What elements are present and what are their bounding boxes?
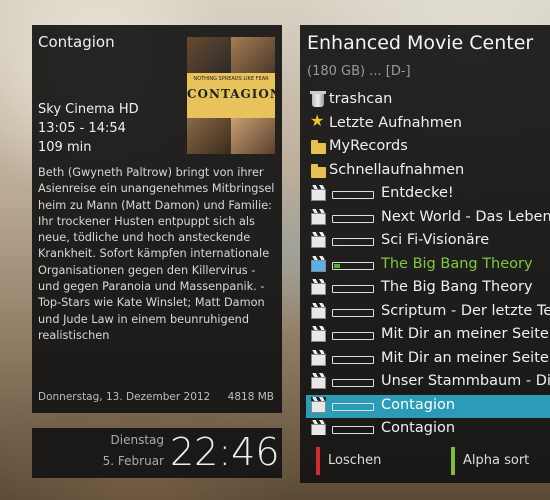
green-key-marker (451, 447, 455, 475)
movie-item[interactable]: Sci Fi-Visionäre (306, 230, 550, 254)
poster-tagline: NOTHING SPREADS LIKE FEAR (193, 76, 269, 82)
event-duration: 109 min (38, 140, 92, 155)
movie-icon (310, 373, 326, 390)
disk-info: (180 GB) ... [D-] (307, 64, 411, 79)
progress-bar (332, 238, 374, 246)
movie-label: Entdecke! (381, 185, 454, 201)
folder-item[interactable]: MyRecords (306, 136, 550, 160)
event-time: 13:05 - 14:54 (38, 121, 126, 136)
channel-name: Sky Cinema HD (38, 102, 139, 117)
progress-bar (332, 285, 374, 293)
folder-label: MyRecords (329, 138, 408, 154)
delete-button-label: Loschen (328, 453, 382, 468)
movie-item[interactable]: Next World - Das Leben der Zukunft (306, 207, 550, 231)
clock-weekday: Dienstag (110, 433, 165, 447)
red-key-marker (316, 447, 320, 475)
movie-item[interactable]: Contagion (306, 394, 550, 418)
event-description: Beth (Gwyneth Paltrow) bringt von ihrer … (38, 166, 275, 342)
movie-label: The Big Bang Theory (381, 279, 533, 295)
trash-icon (310, 91, 326, 108)
progress-bar (332, 261, 374, 270)
progress-bar (332, 426, 374, 434)
movie-label: Unser Stammbaum - Die Vorfahren (381, 373, 550, 389)
folder-item[interactable]: ★ Letzte Aufnahmen (306, 110, 550, 137)
movie-icon (310, 279, 326, 296)
movie-label: Contagion (381, 420, 456, 435)
movie-label: Contagion (381, 396, 456, 413)
movie-icon (310, 185, 326, 202)
poster-title: CONTAGION (187, 87, 275, 101)
folder-label: Schnellaufnahmen (329, 161, 465, 178)
movie-label: Next World - Das Leben der Zukunft (381, 208, 550, 225)
file-size: 4818 MB (227, 391, 274, 403)
progress-bar (332, 191, 374, 199)
folder-label: trashcan (329, 91, 393, 107)
recording-date: Donnerstag, 13. Dezember 2012 (38, 391, 211, 403)
progress-bar (332, 332, 374, 340)
movie-icon (310, 326, 326, 343)
folder-item[interactable]: trashcan (306, 89, 550, 113)
movie-icon (310, 349, 326, 367)
movie-label: Scriptum - Der letzte Tempelritter (381, 302, 550, 319)
movie-item[interactable]: Entdecke! (306, 183, 550, 207)
movie-icon (310, 208, 326, 226)
progress-bar (332, 214, 374, 223)
progress-bar (332, 308, 374, 317)
movie-icon (310, 232, 326, 249)
movie-item[interactable]: Mit Dir an meiner Seite (306, 348, 550, 372)
movie-item[interactable]: Contagion (306, 418, 550, 435)
star-icon: ★ (310, 110, 325, 130)
movie-center-panel: Enhanced Movie Center (180 GB) ... [D-] … (300, 25, 550, 483)
movie-label: Mit Dir an meiner Seite (381, 349, 549, 366)
folder-label: Letzte Aufnahmen (329, 114, 462, 131)
movie-item[interactable]: Mit Dir an meiner Seite (306, 324, 550, 348)
clock-panel: Dienstag 5. Februar 22:46 (32, 428, 282, 478)
event-title: Contagion (38, 33, 115, 51)
movie-item[interactable]: The Big Bang Theory (306, 254, 550, 278)
info-footer: Donnerstag, 13. Dezember 2012 4818 MB (38, 391, 276, 403)
event-info-panel: Contagion NOTHING SPREADS LIKE FEAR CONT… (32, 25, 282, 413)
clock-date: 5. Februar (102, 454, 164, 468)
movie-item[interactable]: Scriptum - Der letzte Tempelritter (306, 301, 550, 325)
movie-poster: NOTHING SPREADS LIKE FEAR CONTAGION (187, 37, 275, 154)
movie-icon (310, 420, 326, 435)
clock-time: 22:46 (170, 430, 280, 474)
movie-list[interactable]: trashcan ★ Letzte Aufnahmen MyRecords Schnel… (306, 89, 550, 435)
progress-bar (332, 355, 374, 364)
alpha-sort-button-label: Alpha sort (463, 453, 530, 468)
progress-bar (332, 402, 374, 411)
folder-item[interactable]: Schnellaufnahmen (306, 160, 550, 184)
movie-item[interactable]: Unser Stammbaum - Die Vorfahren (306, 371, 550, 395)
movie-icon (310, 396, 326, 414)
movie-item[interactable]: The Big Bang Theory (306, 277, 550, 301)
panel-title: Enhanced Movie Center (307, 32, 534, 54)
movie-label: The Big Bang Theory (381, 255, 533, 272)
folder-icon (310, 163, 326, 179)
movie-label: Sci Fi-Visionäre (381, 232, 490, 248)
progress-bar (332, 379, 374, 387)
movie-icon (310, 255, 326, 273)
movie-icon (310, 302, 326, 320)
movie-label: Mit Dir an meiner Seite (381, 326, 549, 342)
folder-icon (310, 139, 326, 155)
